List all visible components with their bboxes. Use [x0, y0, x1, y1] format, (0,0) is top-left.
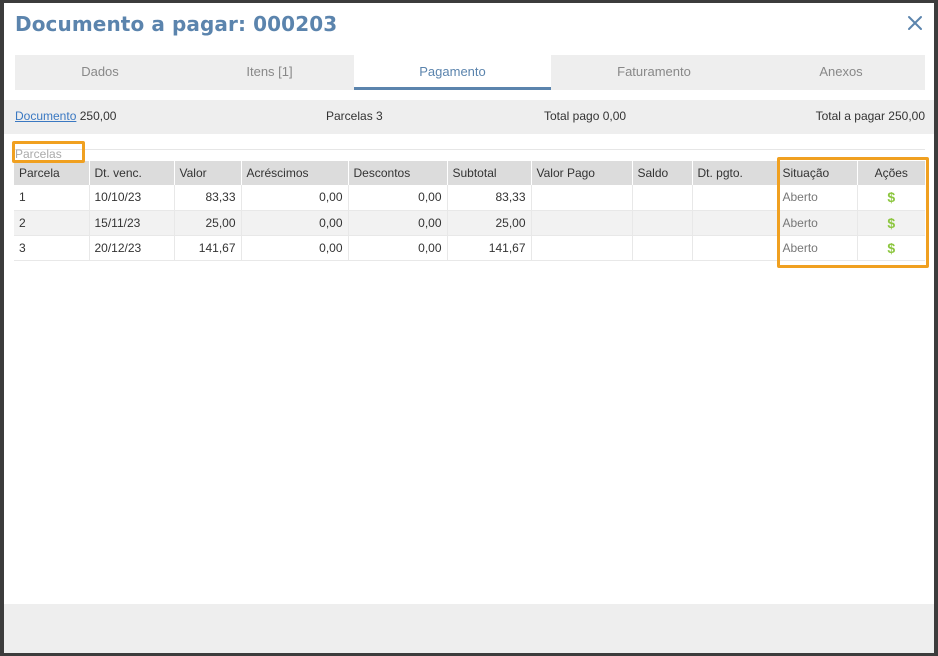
cell-dt-pgto — [692, 210, 778, 236]
cell-acoes: $ — [857, 235, 925, 261]
cell-dt-venc: 15/11/23 — [89, 210, 175, 236]
col-acrescimos[interactable]: Acréscimos — [241, 161, 349, 185]
cell-descontos: 0,00 — [348, 185, 448, 211]
col-dt-venc[interactable]: Dt. venc. — [89, 161, 175, 185]
cell-acoes: $ — [857, 185, 925, 211]
payment-summary-bar: Documento 250,00 Parcelas 3 Total pago 0… — [4, 100, 934, 134]
dialog-header: Documento a pagar: 000203 — [4, 3, 934, 47]
installments-table: Parcela Dt. venc. Valor Acréscimos Desco… — [14, 161, 925, 261]
cell-saldo — [632, 235, 693, 261]
col-parcela[interactable]: Parcela — [14, 161, 90, 185]
close-icon — [908, 16, 922, 30]
cell-subtotal: 141,67 — [447, 235, 532, 261]
col-dt-pgto[interactable]: Dt. pgto. — [692, 161, 778, 185]
cell-descontos: 0,00 — [348, 235, 448, 261]
documento-link[interactable]: Documento — [15, 109, 76, 123]
table-row[interactable]: 1 10/10/23 83,33 0,00 0,00 83,33 Aberto … — [14, 185, 925, 211]
cell-subtotal: 83,33 — [447, 185, 532, 211]
table-header-row: Parcela Dt. venc. Valor Acréscimos Desco… — [14, 161, 925, 185]
cell-descontos: 0,00 — [348, 210, 448, 236]
cell-valor-pago — [531, 235, 633, 261]
col-descontos[interactable]: Descontos — [348, 161, 448, 185]
cell-acoes: $ — [857, 210, 925, 236]
total-a-pagar: Total a pagar 250,00 — [815, 109, 925, 123]
pay-dollar-icon[interactable]: $ — [887, 189, 895, 205]
col-valor-pago[interactable]: Valor Pago — [531, 161, 633, 185]
cell-valor: 25,00 — [174, 210, 242, 236]
dialog-title: Documento a pagar: 000203 — [15, 12, 338, 36]
tab-anexos[interactable]: Anexos — [757, 55, 925, 90]
cell-dt-venc: 10/10/23 — [89, 185, 175, 211]
cell-situacao: Aberto — [777, 235, 858, 261]
tab-itens[interactable]: Itens [1] — [185, 55, 354, 90]
documento-value: 250,00 — [79, 109, 117, 123]
cell-valor: 83,33 — [174, 185, 242, 211]
col-acoes: Ações — [857, 161, 925, 185]
cell-situacao: Aberto — [777, 210, 858, 236]
tab-pagamento[interactable]: Pagamento — [354, 55, 551, 90]
cell-acrescimos: 0,00 — [241, 210, 349, 236]
cell-valor: 141,67 — [174, 235, 242, 261]
close-button[interactable] — [906, 14, 924, 32]
cell-dt-venc: 20/12/23 — [89, 235, 175, 261]
tab-dados[interactable]: Dados — [15, 55, 185, 90]
tab-bar: Dados Itens [1] Pagamento Faturamento An… — [15, 55, 925, 90]
cell-situacao: Aberto — [777, 185, 858, 211]
cell-dt-pgto — [692, 235, 778, 261]
section-divider — [14, 149, 925, 150]
table-row[interactable]: 3 20/12/23 141,67 0,00 0,00 141,67 Abert… — [14, 235, 925, 261]
cell-saldo — [632, 210, 693, 236]
table-row[interactable]: 2 15/11/23 25,00 0,00 0,00 25,00 Aberto … — [14, 210, 925, 236]
parcelas-count: Parcelas 3 — [326, 109, 383, 123]
pay-dollar-icon[interactable]: $ — [887, 240, 895, 256]
tab-faturamento[interactable]: Faturamento — [551, 55, 757, 90]
col-subtotal[interactable]: Subtotal — [447, 161, 532, 185]
cell-parcela: 1 — [14, 185, 90, 211]
section-title-parcelas: Parcelas — [15, 147, 62, 161]
cell-subtotal: 25,00 — [447, 210, 532, 236]
col-situacao[interactable]: Situação — [777, 161, 858, 185]
payable-document-dialog: Documento a pagar: 000203 Dados Itens [1… — [4, 3, 934, 653]
cell-valor-pago — [531, 210, 633, 236]
cell-acrescimos: 0,00 — [241, 235, 349, 261]
cell-valor-pago — [531, 185, 633, 211]
col-saldo[interactable]: Saldo — [632, 161, 693, 185]
cell-dt-pgto — [692, 185, 778, 211]
cell-acrescimos: 0,00 — [241, 185, 349, 211]
cell-parcela: 2 — [14, 210, 90, 236]
total-pago: Total pago 0,00 — [544, 109, 627, 123]
pay-dollar-icon[interactable]: $ — [887, 215, 895, 231]
documento-summary: Documento 250,00 — [15, 109, 116, 123]
cell-saldo — [632, 185, 693, 211]
dialog-footer — [4, 604, 934, 653]
col-valor[interactable]: Valor — [174, 161, 242, 185]
cell-parcela: 3 — [14, 235, 90, 261]
